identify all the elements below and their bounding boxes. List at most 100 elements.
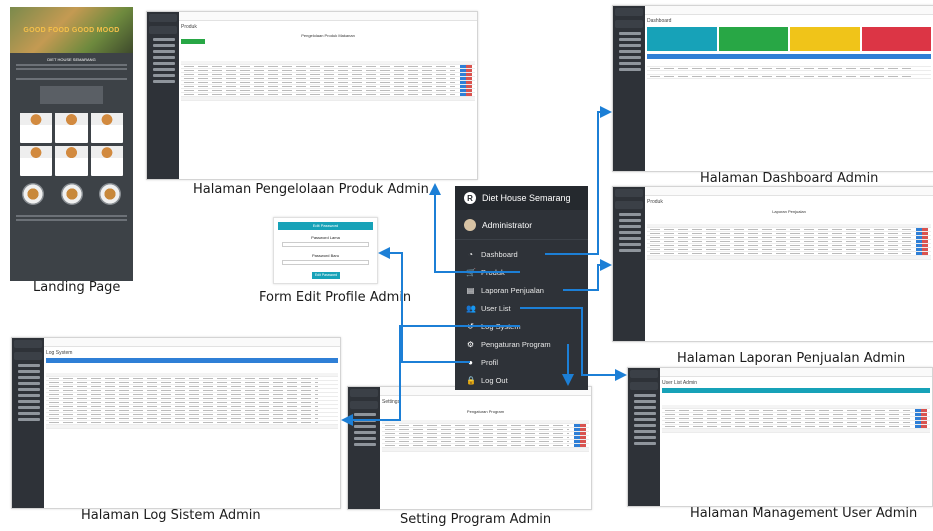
mini-sidebar (613, 187, 645, 341)
sidebar-item-produk[interactable]: 🛒 Produk (455, 263, 588, 281)
dashboard-stat-boxes (647, 27, 931, 51)
user-page-title: User List Admin (662, 380, 698, 386)
sidebar-item-label: User List (481, 303, 511, 313)
caption-setting: Setting Program Admin (400, 512, 552, 527)
caption-dashboard: Halaman Dashboard Admin (700, 171, 879, 186)
user-table-header (662, 388, 930, 393)
landing-plate-image (99, 183, 121, 205)
landing-section-title: DIET HOUSE SEMARANG (47, 57, 96, 62)
sidebar-user: Administrator (455, 210, 588, 240)
sidebar-item-profil[interactable]: ● Profil (455, 353, 588, 371)
laporan-page-title: Produk (647, 199, 663, 205)
produk-admin-screenshot: Produk Pengelolaan Produk Makanan (146, 11, 478, 180)
users-icon: 👥 (466, 303, 476, 313)
landing-hero-banner: GOOD FOOD GOOD MOOD (10, 7, 133, 53)
add-product-button (181, 39, 205, 44)
sidebar-item-user-list[interactable]: 👥 User List (455, 299, 588, 317)
sidebar-item-label: Profil (481, 357, 499, 367)
produk-table (181, 61, 475, 101)
produk-page-title: Produk (181, 24, 197, 30)
landing-plate-image (22, 183, 44, 205)
dashboard-table-header (647, 54, 931, 59)
landing-card (90, 113, 123, 143)
mini-sidebar (613, 6, 645, 171)
brand-logo-icon: R (464, 192, 476, 204)
sidebar-item-label: Log Out (481, 375, 508, 385)
landing-menu-cards (10, 110, 133, 179)
dashboard-page-title: Dashboard (647, 18, 672, 24)
stat-box-green (718, 27, 788, 51)
stat-box-teal (647, 27, 717, 51)
sidebar-item-log-system[interactable]: ↺ Log System (455, 317, 588, 335)
caption-log: Halaman Log Sistem Admin (81, 508, 261, 523)
sidebar-user-name: Administrator (482, 219, 533, 230)
landing-text-line (16, 78, 127, 80)
caption-laporan: Halaman Laporan Penjualan Admin (677, 351, 906, 366)
log-table-header (46, 358, 338, 363)
laporan-admin-screenshot: Produk Laporan Penjualan (612, 186, 933, 342)
setting-program-screenshot: Settings Pengaturan Program (347, 386, 592, 510)
setting-table (382, 420, 589, 452)
profile-icon: ● (468, 357, 473, 367)
avatar (464, 218, 476, 231)
caption-landing: Landing Page (33, 280, 121, 295)
caption-user: Halaman Management User Admin (690, 506, 918, 521)
gears-icon: ⚙ (466, 339, 475, 349)
landing-hero-text: GOOD FOOD GOOD MOOD (23, 26, 120, 34)
form-submit-button: Edit Password (312, 272, 340, 279)
sidebar-item-label: Pengaturan Program (481, 339, 551, 349)
chart-icon: ▤ (466, 285, 475, 295)
dashboard-icon: ◔ (468, 249, 473, 259)
form-header: Edit Password (278, 222, 373, 230)
sidebar-item-label: Dashboard (481, 249, 518, 259)
landing-footer-line (16, 215, 127, 217)
cart-icon: 🛒 (466, 267, 476, 277)
form-label-old: Password Lama (311, 235, 340, 240)
sidebar-item-dashboard[interactable]: ◔ Dashboard (455, 245, 588, 263)
caption-produk: Halaman Pengelolaan Produk Admin (193, 182, 429, 197)
sidebar-item-pengaturan-program[interactable]: ⚙ Pengaturan Program (455, 335, 588, 353)
form-input-new (282, 260, 369, 265)
produk-heading: Pengelolaan Produk Makanan (301, 33, 355, 38)
dashboard-admin-screenshot: Dashboard (612, 5, 933, 172)
history-icon: ↺ (467, 321, 474, 331)
landing-card (55, 146, 88, 176)
stat-box-red (861, 27, 931, 51)
sidebar-item-label: Laporan Penjualan (481, 285, 544, 295)
mini-sidebar (147, 12, 179, 179)
landing-page-screenshot: GOOD FOOD GOOD MOOD DIET HOUSE SEMARANG (10, 7, 133, 281)
caption-form-profile: Form Edit Profile Admin (259, 290, 412, 305)
landing-text-line (16, 68, 127, 70)
sidebar-brand: R Diet House Semarang (455, 186, 588, 210)
landing-card (90, 146, 123, 176)
laporan-heading: Laporan Penjualan (772, 209, 806, 214)
setting-heading: Pengaturan Program (466, 409, 505, 414)
admin-sidebar-menu: R Diet House Semarang Administrator ◔ Da… (455, 186, 588, 390)
lock-icon: 🔒 (466, 375, 476, 385)
setting-page-title: Settings (382, 399, 401, 405)
landing-card (55, 113, 88, 143)
mini-sidebar (348, 387, 380, 509)
landing-footer-line (16, 219, 127, 221)
landing-feature-box (40, 86, 103, 104)
sidebar-item-label: Produk (481, 267, 505, 277)
landing-plates (10, 179, 133, 209)
sidebar-brand-name: Diet House Semarang (482, 193, 571, 203)
sidebar-item-laporan-penjualan[interactable]: ▤ Laporan Penjualan (455, 281, 588, 299)
dashboard-table (647, 63, 931, 79)
user-management-screenshot: User List Admin (627, 367, 933, 507)
landing-text-line (16, 64, 127, 66)
laporan-table (647, 224, 931, 260)
landing-card (20, 113, 53, 143)
landing-card (20, 146, 53, 176)
log-page-title: Log System (46, 350, 73, 356)
log-table (46, 373, 338, 429)
mini-sidebar (628, 368, 660, 506)
log-system-screenshot: Log System (11, 337, 341, 509)
sidebar-item-log-out[interactable]: 🔒 Log Out (455, 371, 588, 389)
user-table (662, 405, 930, 433)
form-input-old (282, 242, 369, 247)
sidebar-item-label: Log System (481, 321, 521, 331)
stat-box-yellow (790, 27, 860, 51)
mini-sidebar (12, 338, 44, 508)
